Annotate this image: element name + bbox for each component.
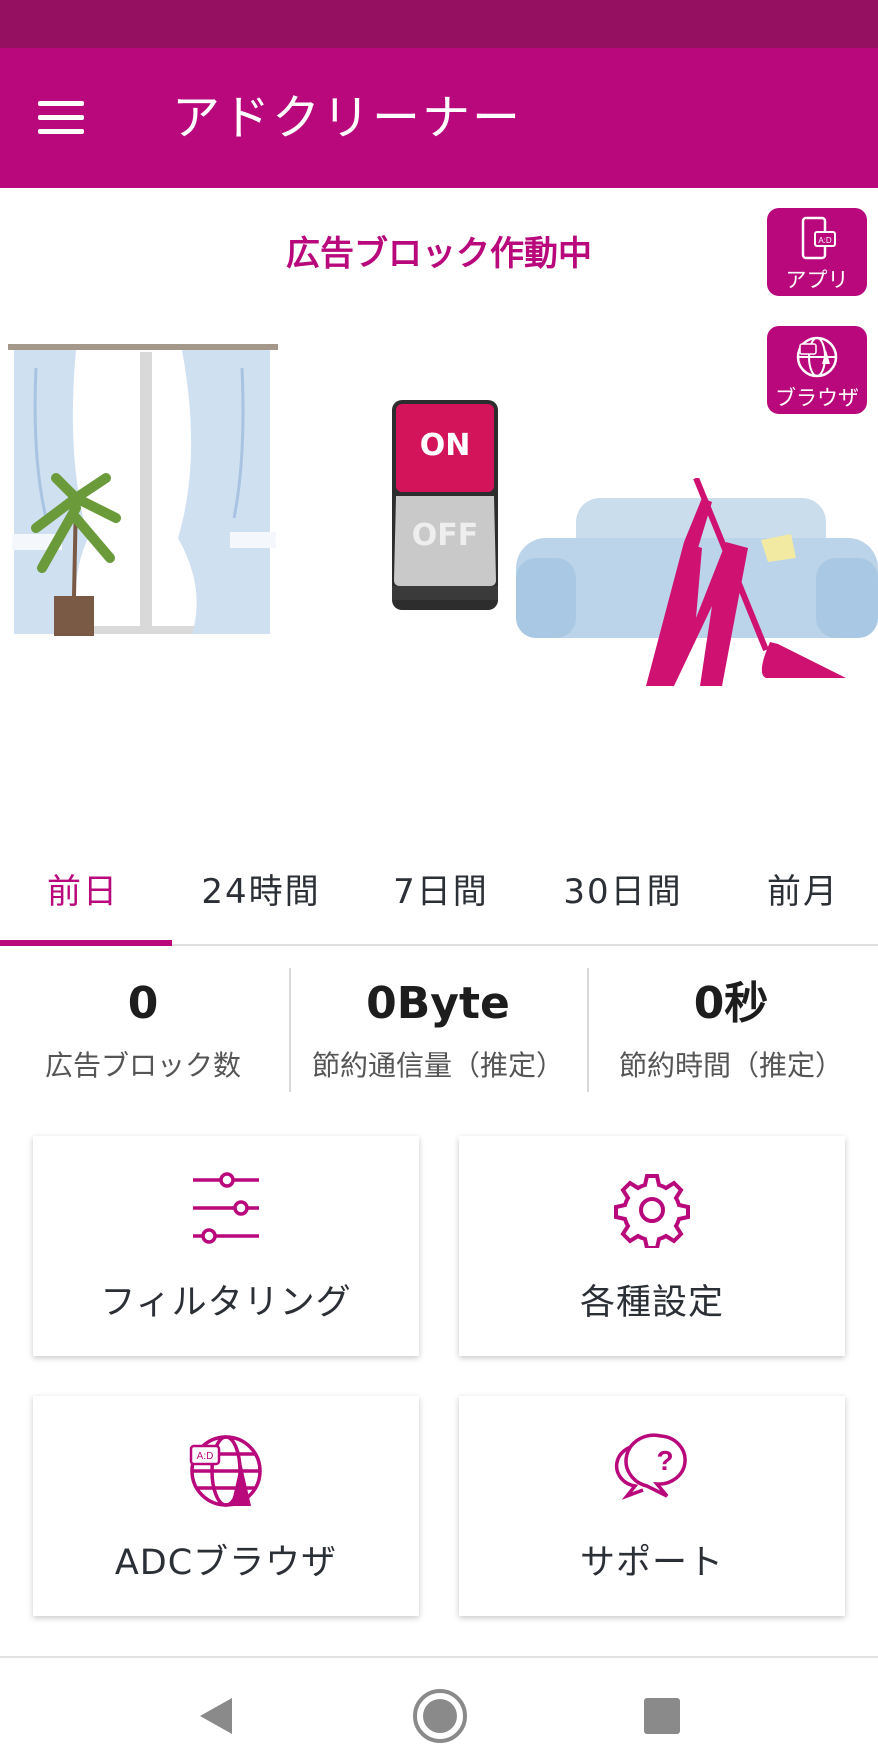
filtering-card[interactable]: フィルタリング [33, 1136, 419, 1356]
stat-value: 0秒 [693, 978, 769, 1029]
sliders-icon [193, 1172, 259, 1244]
stats-panel: 0 広告ブロック数 0Byte 節約通信量（推定） 0秒 節約時間（推定） [0, 960, 878, 1096]
stat-divider [587, 968, 589, 1092]
adc-browser-card[interactable]: A:D ADCブラウザ [33, 1396, 419, 1616]
app-mode-button[interactable]: A:D アプリ [767, 208, 867, 296]
phone-ad-icon: A:D [801, 216, 836, 260]
sofa-cleaner-illustration [516, 478, 878, 686]
tab-previous-month[interactable]: 前月 [720, 840, 878, 944]
status-bar [0, 0, 878, 48]
toggle-off-label: OFF [411, 518, 479, 553]
support-question-icon: ? [614, 1433, 687, 1500]
stat-time-saved: 0秒 節約時間（推定） [590, 960, 872, 1096]
svg-text:?: ? [656, 1445, 673, 1476]
tab-30-days[interactable]: 30日間 [530, 840, 716, 944]
period-tabs: 前日 24時間 7日間 30日間 前月 [0, 840, 878, 946]
hamburger-line [38, 101, 84, 106]
home-button[interactable] [410, 1686, 470, 1746]
support-card[interactable]: ? サポート [459, 1396, 845, 1616]
recents-icon [644, 1698, 680, 1734]
tab-24-hours[interactable]: 24時間 [172, 840, 350, 944]
active-tab-indicator [0, 940, 172, 946]
globe-ad-icon [796, 336, 838, 378]
back-button[interactable] [186, 1686, 246, 1746]
filtering-label: フィルタリング [100, 1283, 352, 1323]
browser-mode-button[interactable]: ブラウザ [767, 326, 867, 414]
stat-blocked-ads: 0 広告ブロック数 [0, 960, 286, 1096]
hamburger-line [38, 115, 84, 120]
back-icon [200, 1698, 232, 1734]
settings-card[interactable]: 各種設定 [459, 1136, 845, 1356]
system-nav-bar [0, 1656, 878, 1764]
svg-text:A:D: A:D [818, 236, 832, 245]
tab-previous-day[interactable]: 前日 [0, 840, 166, 944]
stat-divider [289, 968, 291, 1092]
app-title: アドクリーナー [172, 90, 523, 146]
svg-text:A:D: A:D [197, 1451, 214, 1462]
block-status-text: 広告ブロック作動中 [286, 234, 592, 274]
tab-7-days[interactable]: 7日間 [356, 840, 526, 944]
hero-section: 広告ブロック作動中 A:D アプリ ブラウザ ON OFF [0, 188, 878, 828]
support-label: サポート [579, 1543, 724, 1583]
window-curtain-illustration [8, 344, 278, 636]
stat-caption: 広告ブロック数 [44, 1049, 241, 1082]
settings-label: 各種設定 [579, 1283, 724, 1323]
app-mode-label: アプリ [785, 268, 849, 292]
stat-data-saved: 0Byte 節約通信量（推定） [292, 960, 584, 1096]
stat-value: 0Byte [366, 978, 510, 1029]
stat-caption: 節約時間（推定） [618, 1049, 843, 1082]
gear-icon [614, 1174, 690, 1248]
stat-value: 0 [127, 978, 159, 1029]
recents-button[interactable] [632, 1686, 692, 1746]
ad-block-toggle[interactable]: ON OFF [392, 400, 498, 610]
adc-browser-label: ADCブラウザ [114, 1543, 338, 1583]
app-bar: アドクリーナー [0, 48, 878, 188]
menu-button[interactable] [38, 97, 86, 137]
toggle-on-label: ON [419, 428, 471, 463]
hamburger-line [38, 129, 84, 134]
stat-caption: 節約通信量（推定） [311, 1049, 564, 1082]
globe-browser-icon: A:D [189, 1435, 262, 1507]
browser-mode-label: ブラウザ [775, 386, 859, 410]
home-icon [413, 1689, 467, 1743]
